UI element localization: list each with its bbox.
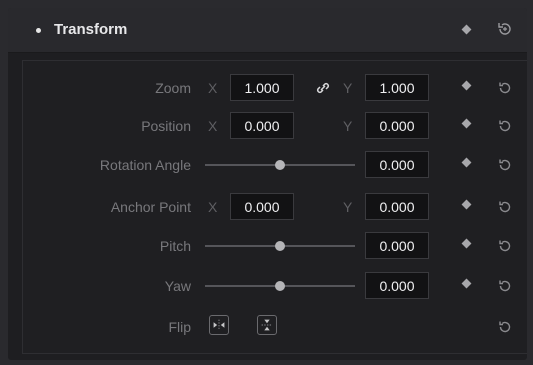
flip-label: Flip bbox=[168, 319, 191, 335]
rotation-slider[interactable] bbox=[205, 160, 355, 170]
reset-icon[interactable] bbox=[496, 198, 514, 216]
pitch-label: Pitch bbox=[159, 238, 191, 254]
yaw-slider[interactable] bbox=[205, 281, 355, 291]
diamond-icon[interactable] bbox=[461, 118, 472, 129]
diamond-icon[interactable] bbox=[461, 238, 472, 249]
yaw-field[interactable]: 0.000 bbox=[365, 272, 429, 299]
flip-horizontal-icon[interactable] bbox=[209, 315, 229, 335]
transform-header[interactable]: Transform bbox=[8, 8, 527, 53]
reset-icon[interactable] bbox=[496, 117, 514, 135]
section-enabled-dot[interactable] bbox=[36, 28, 41, 33]
yaw-slider-knob[interactable] bbox=[275, 281, 285, 291]
diamond-icon[interactable] bbox=[461, 278, 472, 289]
flip-row: Flip bbox=[0, 312, 533, 342]
diamond-icon[interactable] bbox=[461, 24, 472, 35]
position-row: Position X 0.000 Y 0.000 bbox=[0, 111, 533, 141]
zoom-row: Zoom X 1.000 Y 1.000 bbox=[0, 73, 533, 103]
pitch-slider[interactable] bbox=[205, 241, 355, 251]
position-y-field[interactable]: 0.000 bbox=[365, 112, 429, 139]
pitch-slider-knob[interactable] bbox=[275, 241, 285, 251]
position-x-field[interactable]: 0.000 bbox=[230, 112, 294, 139]
pitch-field[interactable]: 0.000 bbox=[365, 232, 429, 259]
rotation-field[interactable]: 0.000 bbox=[365, 151, 429, 178]
reset-icon[interactable] bbox=[496, 79, 514, 97]
anchor-y-axis: Y bbox=[343, 199, 353, 215]
reset-icon[interactable] bbox=[496, 237, 514, 255]
position-y-axis: Y bbox=[343, 118, 353, 134]
reset-icon[interactable] bbox=[496, 156, 514, 174]
position-label: Position bbox=[141, 118, 191, 134]
anchor-x-field[interactable]: 0.000 bbox=[230, 193, 294, 220]
pitch-row: Pitch 0.000 bbox=[0, 231, 533, 261]
zoom-x-field[interactable]: 1.000 bbox=[230, 74, 294, 101]
anchor-x-axis: X bbox=[208, 199, 218, 215]
reset-icon[interactable] bbox=[496, 318, 514, 336]
rotation-row: Rotation Angle 0.000 bbox=[0, 150, 533, 180]
zoom-x-axis: X bbox=[208, 80, 218, 96]
diamond-icon[interactable] bbox=[461, 199, 472, 210]
zoom-label: Zoom bbox=[155, 80, 191, 96]
diamond-icon[interactable] bbox=[461, 157, 472, 168]
rotation-label: Rotation Angle bbox=[99, 157, 191, 173]
section-title: Transform bbox=[54, 21, 128, 38]
anchor-label: Anchor Point bbox=[110, 199, 191, 215]
anchor-y-field[interactable]: 0.000 bbox=[365, 193, 429, 220]
yaw-label: Yaw bbox=[164, 278, 191, 294]
diamond-icon[interactable] bbox=[461, 80, 472, 91]
zoom-y-axis: Y bbox=[343, 80, 353, 96]
zoom-y-field[interactable]: 1.000 bbox=[365, 74, 429, 101]
link-icon[interactable] bbox=[314, 79, 332, 97]
yaw-row: Yaw 0.000 bbox=[0, 271, 533, 301]
anchor-row: Anchor Point X 0.000 Y 0.000 bbox=[0, 192, 533, 222]
rotation-slider-knob[interactable] bbox=[275, 160, 285, 170]
position-x-axis: X bbox=[208, 118, 218, 134]
reset-icon[interactable] bbox=[496, 277, 514, 295]
flip-vertical-icon[interactable] bbox=[257, 315, 277, 335]
reset-all-icon[interactable] bbox=[496, 20, 514, 38]
